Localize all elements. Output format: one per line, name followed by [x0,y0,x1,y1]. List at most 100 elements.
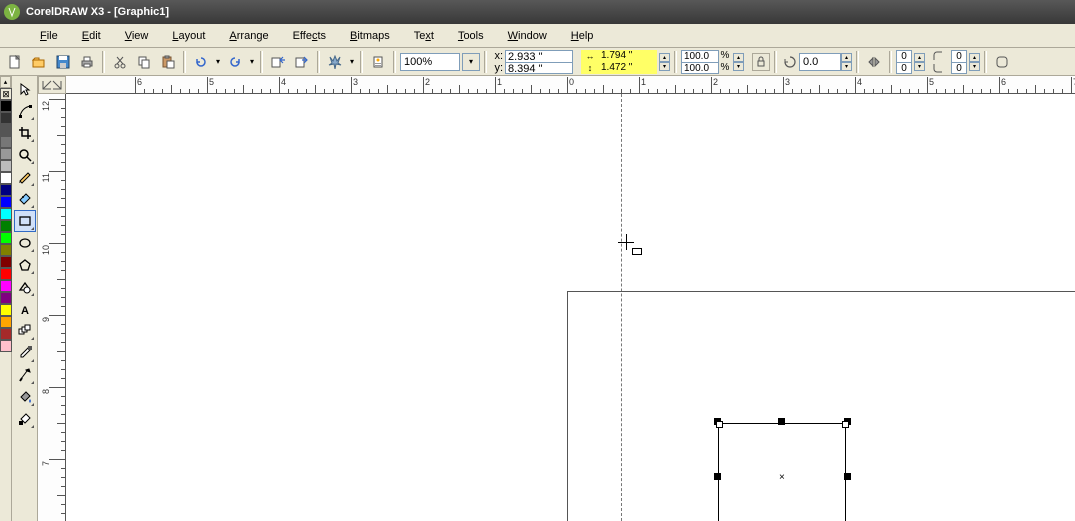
color-swatch[interactable] [0,244,12,256]
color-swatch[interactable] [0,196,12,208]
corner-left-spinner[interactable]: ▴▾ [914,53,925,71]
cut-button[interactable] [109,51,131,73]
color-swatch[interactable] [0,100,12,112]
menu-window[interactable]: Window [498,28,557,44]
import-button[interactable] [267,51,289,73]
color-swatch[interactable] [0,172,12,184]
y-input[interactable]: 8.394 " [505,62,573,74]
height-input[interactable]: 1.472 " [599,62,657,73]
rectangle-tool[interactable] [14,210,36,232]
size-spinner[interactable]: ▴▾ [659,53,670,71]
menu-file[interactable]: File [30,28,68,44]
export-button[interactable] [291,51,313,73]
round-corners-together-button[interactable] [991,51,1013,73]
menu-edit[interactable]: Edit [72,28,111,44]
scale-spinner[interactable]: ▴▾ [733,53,744,71]
welcome-button[interactable] [367,51,389,73]
app-launcher-dropdown[interactable]: ▾ [348,57,356,66]
color-swatch[interactable] [0,148,12,160]
sel-handle-tm[interactable] [778,418,785,425]
undo-button[interactable] [190,51,212,73]
height-icon: ↕ [581,63,599,73]
color-swatch[interactable] [0,280,12,292]
rotation-input[interactable]: 0.0 [799,53,841,71]
freehand-tool[interactable] [14,166,36,188]
open-button[interactable] [28,51,50,73]
new-button[interactable] [4,51,26,73]
crop-tool[interactable] [14,122,36,144]
menu-help[interactable]: Help [561,28,604,44]
rotation-spinner[interactable]: ▴▾ [841,53,852,71]
undo-dropdown[interactable]: ▾ [214,57,222,66]
interactive-fill-tool[interactable] [14,408,36,430]
copy-button[interactable] [133,51,155,73]
pick-tool[interactable] [14,78,36,100]
corner-right-spinner[interactable]: ▴▾ [969,53,980,71]
color-swatch[interactable] [0,256,12,268]
color-swatch[interactable] [0,160,12,172]
redo-button[interactable] [224,51,246,73]
vertical-ruler[interactable]: 121110987 [38,94,66,521]
corner-tl-input[interactable]: 0 [896,50,912,62]
sel-node-tr[interactable] [842,421,849,428]
width-input[interactable]: 1.794 " [599,50,657,61]
fill-tool[interactable] [14,386,36,408]
eyedropper-tool[interactable] [14,342,36,364]
sel-node-tl[interactable] [716,421,723,428]
basic-shapes-tool[interactable] [14,276,36,298]
lock-ratio-button[interactable] [752,53,770,71]
color-swatch[interactable] [0,268,12,280]
color-swatch[interactable] [0,232,12,244]
menu-arrange[interactable]: Arrange [219,28,278,44]
selected-rectangle[interactable]: × [718,423,846,521]
menu-layout[interactable]: Layout [162,28,215,44]
text-tool[interactable]: A [14,298,36,320]
color-swatch[interactable] [0,340,12,352]
sel-handle-mr[interactable] [844,473,851,480]
interactive-blend-tool[interactable] [14,320,36,342]
x-input[interactable]: 2.933 " [505,50,573,62]
no-color-swatch[interactable]: ⊠ [0,88,12,100]
corner-tr-input[interactable]: 0 [951,50,967,62]
horizontal-ruler[interactable]: 65432101234567 [66,76,1075,94]
mirror-h-button[interactable] [863,51,885,73]
scale-x-input[interactable]: 100.0 [681,50,719,62]
outline-tool[interactable] [14,364,36,386]
color-swatch[interactable] [0,136,12,148]
palette-scroll-up[interactable]: ▴ [0,76,11,88]
zoom-dropdown[interactable]: ▾ [462,53,480,71]
shape-tool[interactable] [14,100,36,122]
print-button[interactable] [76,51,98,73]
color-swatch[interactable] [0,316,12,328]
app-launcher-button[interactable] [324,51,346,73]
redo-dropdown[interactable]: ▾ [248,57,256,66]
sel-handle-ml[interactable] [714,473,721,480]
zoom-input[interactable]: 100% [400,53,460,71]
color-swatch[interactable] [0,220,12,232]
corner-bl-input[interactable]: 0 [896,62,912,74]
paste-button[interactable] [157,51,179,73]
smart-fill-tool[interactable] [14,188,36,210]
corner-br-input[interactable]: 0 [951,62,967,74]
scale-y-input[interactable]: 100.0 [681,62,719,74]
menu-effects[interactable]: Effects [283,28,336,44]
save-button[interactable] [52,51,74,73]
zoom-tool[interactable] [14,144,36,166]
color-swatch[interactable] [0,328,12,340]
color-palette: ▴ ⊠ [0,76,12,521]
menu-view[interactable]: View [115,28,159,44]
ruler-origin[interactable] [38,76,66,94]
drawing-canvas[interactable]: × [66,94,1075,521]
menu-text[interactable]: Text [404,28,444,44]
color-swatch[interactable] [0,292,12,304]
menu-bitmaps[interactable]: Bitmaps [340,28,400,44]
menu-tools[interactable]: Tools [448,28,494,44]
color-swatch[interactable] [0,304,12,316]
color-swatch[interactable] [0,184,12,196]
ellipse-tool[interactable] [14,232,36,254]
color-swatch[interactable] [0,208,12,220]
color-swatch[interactable] [0,124,12,136]
polygon-tool[interactable] [14,254,36,276]
color-swatch[interactable] [0,112,12,124]
rotation-group: 0.0 ▴▾ [781,53,852,71]
